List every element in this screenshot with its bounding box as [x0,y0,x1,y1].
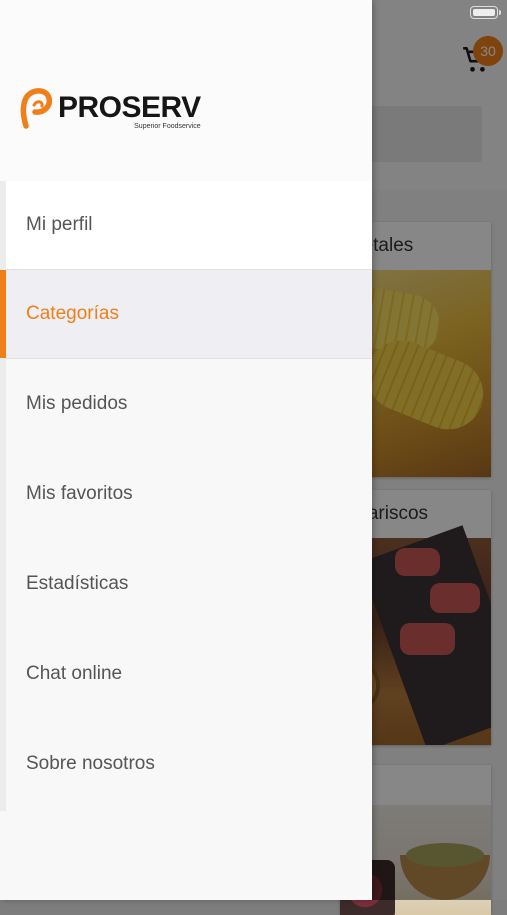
menu-item-label: Estadísticas [26,573,129,594]
menu-item-mis-favoritos[interactable]: Mis favoritos [6,449,372,539]
menu-item-categorias[interactable]: Categorías [0,270,372,359]
logo-tagline: Superior Foodservice [134,123,201,130]
battery-icon [470,6,498,19]
menu-item-mi-perfil[interactable]: Mi perfil [6,181,372,270]
menu-item-label: Mis favoritos [26,483,133,504]
menu-item-chat-online[interactable]: Chat online [6,629,372,719]
menu-item-estadisticas[interactable]: Estadísticas [6,539,372,629]
menu-item-sobre-nosotros[interactable]: Sobre nosotros [6,719,372,809]
menu-item-label: Chat online [26,663,123,684]
proserv-logo: PROSERV Superior Foodservice [20,86,201,130]
menu-item-label: Mi perfil [26,214,93,235]
drawer-header: PROSERV Superior Foodservice [0,0,372,182]
proserv-logo-icon [20,88,52,129]
navigation-drawer: PROSERV Superior Foodservice Mi perfil C… [0,0,372,900]
menu-item-label: Mis pedidos [26,393,128,414]
active-indicator [0,270,6,358]
logo-name: PROSERV [58,91,201,124]
menu-item-label: Sobre nosotros [26,753,155,774]
menu-item-mis-pedidos[interactable]: Mis pedidos [6,359,372,449]
drawer-menu: Mi perfil Categorías Mis pedidos Mis fav… [0,181,372,809]
menu-item-label: Categorías [26,303,119,324]
